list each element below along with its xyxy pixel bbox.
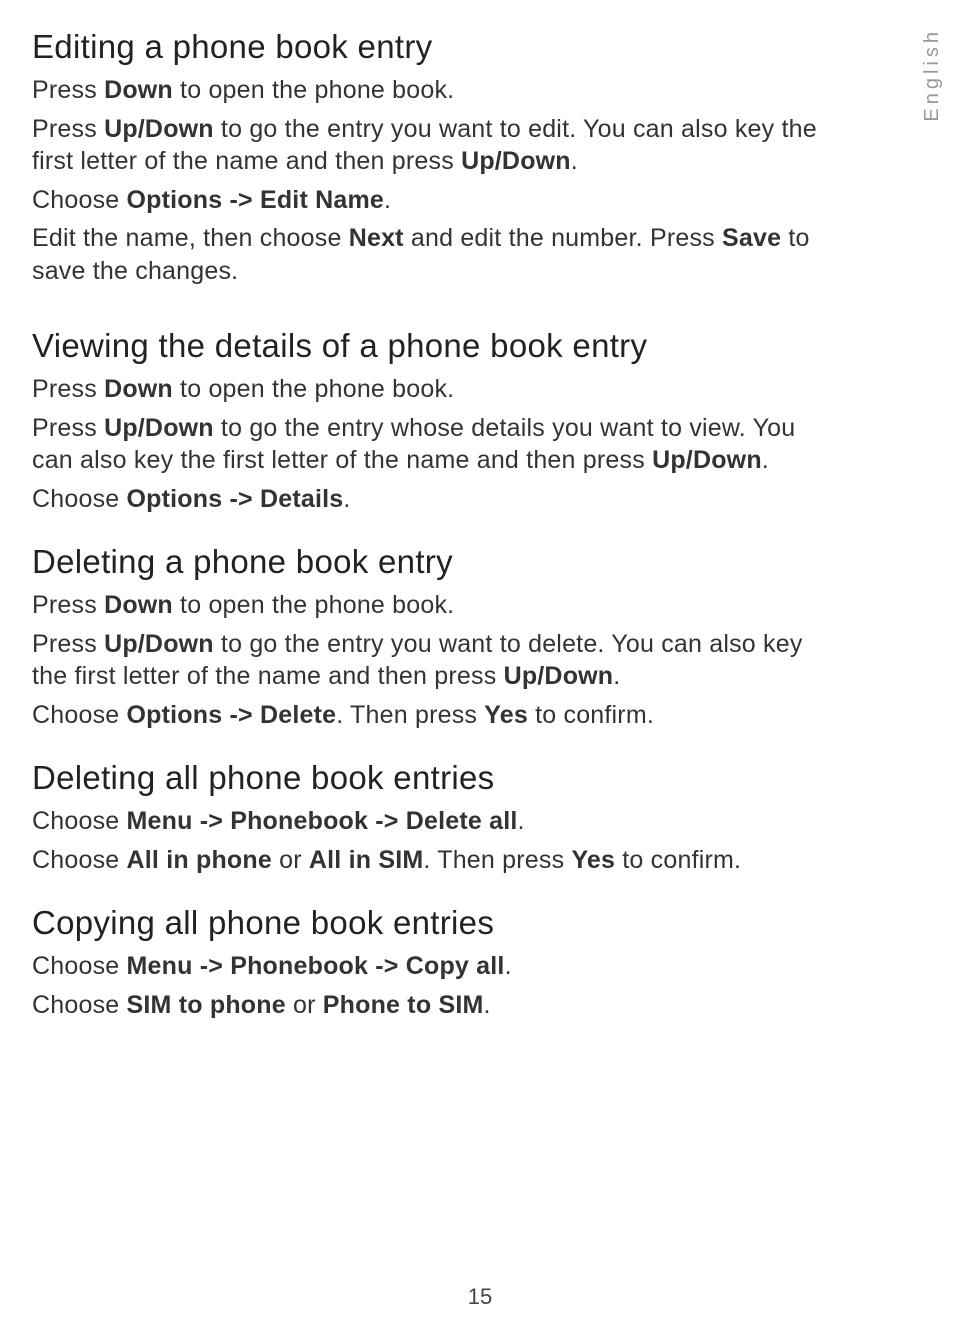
paragraph: Choose SIM to phone or Phone to SIM.	[32, 989, 822, 1022]
heading-editing: Editing a phone book entry	[32, 28, 822, 66]
heading-viewing: Viewing the details of a phone book entr…	[32, 327, 822, 365]
paragraph: Choose Menu -> Phonebook -> Delete all.	[32, 805, 822, 838]
heading-copying-all: Copying all phone book entries	[32, 904, 822, 942]
paragraph: Press Up/Down to go the entry you want t…	[32, 113, 822, 178]
paragraph: Choose Options -> Details.	[32, 483, 822, 516]
paragraph: Choose All in phone or All in SIM. Then …	[32, 844, 822, 877]
page-content: Editing a phone book entry Press Down to…	[32, 28, 822, 1021]
page-number: 15	[468, 1284, 492, 1310]
section-copying-all: Copying all phone book entries Choose Me…	[32, 904, 822, 1021]
paragraph: Choose Options -> Delete. Then press Yes…	[32, 699, 822, 732]
section-viewing: Viewing the details of a phone book entr…	[32, 327, 822, 515]
heading-deleting-all: Deleting all phone book entries	[32, 759, 822, 797]
section-editing: Editing a phone book entry Press Down to…	[32, 28, 822, 287]
paragraph: Press Down to open the phone book.	[32, 373, 822, 406]
paragraph: Press Up/Down to go the entry whose deta…	[32, 412, 822, 477]
paragraph: Press Down to open the phone book.	[32, 589, 822, 622]
heading-deleting: Deleting a phone book entry	[32, 543, 822, 581]
paragraph: Choose Menu -> Phonebook -> Copy all.	[32, 950, 822, 983]
language-tab: English	[921, 28, 944, 122]
paragraph: Choose Options -> Edit Name.	[32, 184, 822, 217]
section-deleting: Deleting a phone book entry Press Down t…	[32, 543, 822, 731]
section-deleting-all: Deleting all phone book entries Choose M…	[32, 759, 822, 876]
paragraph: Press Up/Down to go the entry you want t…	[32, 628, 822, 693]
paragraph: Press Down to open the phone book.	[32, 74, 822, 107]
paragraph: Edit the name, then choose Next and edit…	[32, 222, 822, 287]
